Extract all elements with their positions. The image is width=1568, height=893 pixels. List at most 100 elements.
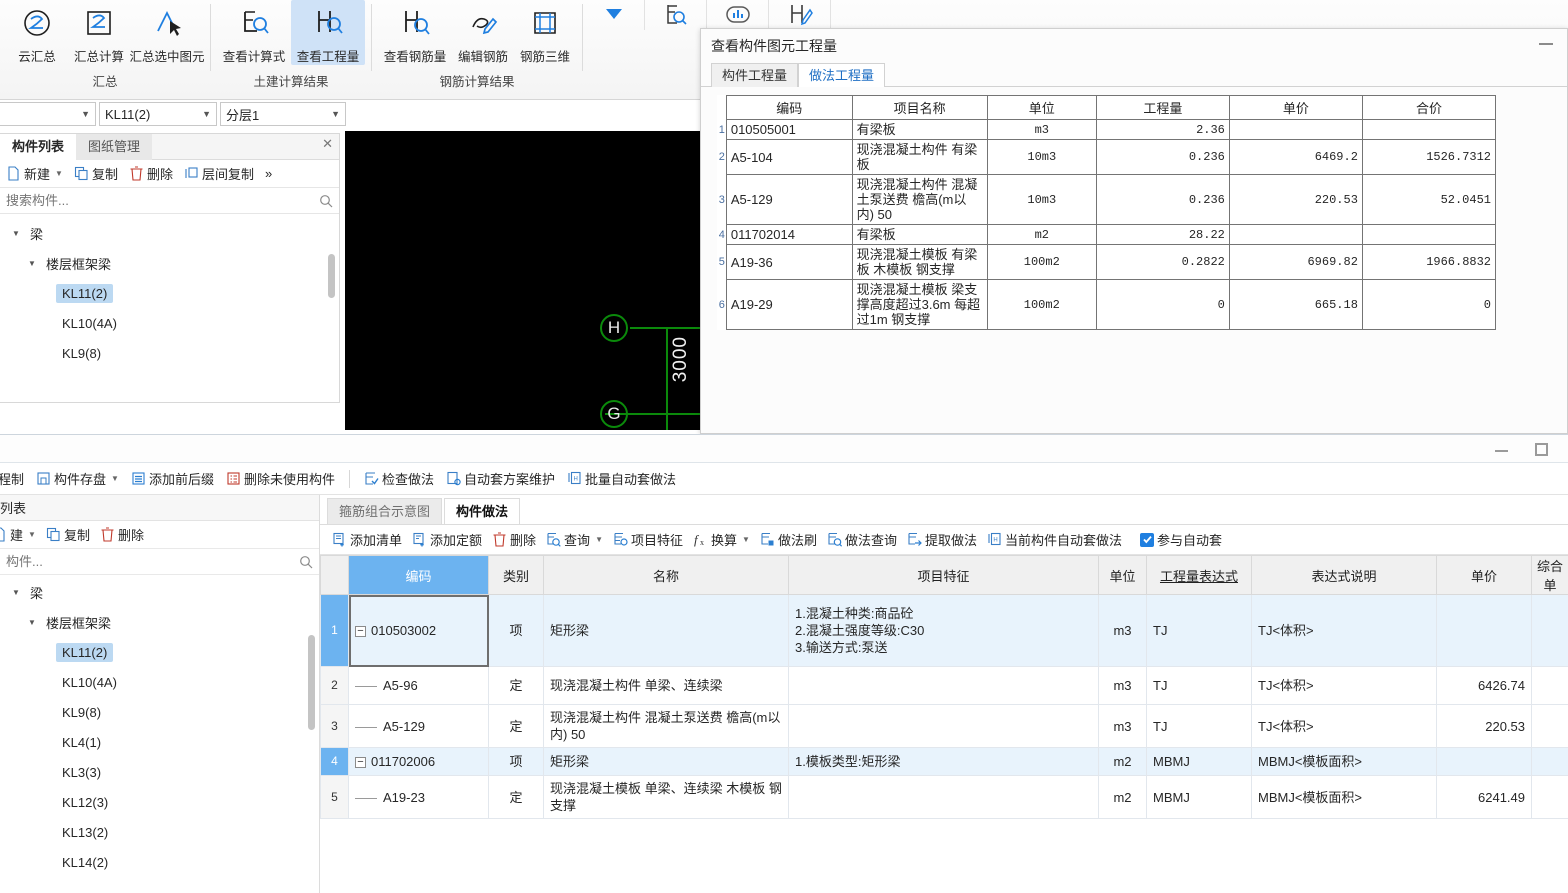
minimize-icon[interactable] (1539, 43, 1553, 45)
cell-code[interactable]: A5-96 (348, 666, 489, 705)
report-search-icon[interactable] (645, 0, 707, 30)
layer-combo[interactable]: 分层1 ▼ (220, 102, 346, 126)
tree-node-kl11[interactable]: KL11(2) (0, 278, 339, 308)
table-row[interactable]: 5 A19-36 现浇混凝土模板 有梁板 木模板 钢支撑 100m2 0.282… (717, 244, 1497, 280)
tab-drawing-management[interactable]: 图纸管理 (76, 134, 153, 160)
collapse-icon[interactable]: − (355, 626, 366, 638)
maximize-icon[interactable] (1535, 443, 1548, 456)
tree-node-kl10[interactable]: KL10(4A) (0, 667, 319, 697)
table-row[interactable]: 2 A5-96 定 现浇混凝土构件 单梁、连续梁 m3 TJ TJ<体积> 64… (320, 666, 1568, 705)
tree-node-kl13[interactable]: KL13(2) (0, 817, 319, 847)
member-type-combo[interactable]: ▼ (0, 102, 96, 126)
table-row[interactable]: 4 011702014 有梁板 m2 28.22 (717, 224, 1497, 245)
new-button[interactable]: 新建 ▼ (2, 162, 67, 185)
add-quota-button[interactable]: 添加定额 (408, 528, 486, 551)
ribbon-button-rebar-3d[interactable]: 钢筋三维 (514, 0, 576, 65)
tab-member-method[interactable]: 构件做法 (444, 498, 521, 524)
copy-between-floors-button[interactable]: 层间复制 (180, 162, 258, 185)
table-row[interactable]: 3 A5-129 现浇混凝土构件 混凝土泵送费 檐高(m以内) 50 10m3 … (717, 174, 1497, 225)
collapse-icon[interactable]: − (355, 757, 366, 769)
tree-node-kl10[interactable]: KL10(4A) (0, 308, 339, 338)
ribbon-button-cloud-summary[interactable]: 云汇总 (6, 0, 68, 65)
project-feature-button[interactable]: 项目特征 (609, 528, 687, 551)
table-edit-icon[interactable] (769, 0, 831, 30)
add-list-button[interactable]: 添加清单 (328, 528, 406, 551)
copy-button[interactable]: 程制 (0, 467, 28, 490)
col-unit[interactable]: 单位 (1098, 555, 1147, 595)
delete-button[interactable]: 删除 (96, 523, 148, 546)
tab-method-quantity[interactable]: 做法工程量 (798, 63, 886, 87)
delete-button[interactable]: 删除 (125, 162, 177, 185)
member-name-combo[interactable]: KL11(2) ▼ (99, 102, 217, 126)
minimize-icon[interactable] (1495, 450, 1508, 452)
tree-node-beam[interactable]: ▼ 梁 (0, 577, 319, 607)
tree-node-kl12[interactable]: KL12(3) (0, 787, 319, 817)
ribbon-button-summary-selected[interactable]: 汇总选中图元 (130, 0, 205, 65)
tree-node-kl14[interactable]: KL14(2) (0, 847, 319, 877)
ribbon-button-summary-calc[interactable]: 汇总计算 (68, 0, 130, 65)
check-method-button[interactable]: 检查做法 (360, 467, 438, 490)
table-row[interactable]: 1 010505001 有梁板 m3 2.36 (717, 119, 1497, 140)
participate-auto-checkbox[interactable]: 参与自动套 (1136, 528, 1226, 551)
col-unit[interactable]: 单位 (986, 95, 1097, 120)
toolbar-overflow-button[interactable]: » (261, 164, 276, 183)
tree-node-beam[interactable]: ▼ 梁 (0, 218, 339, 248)
col-item-name[interactable]: 项目名称 (851, 95, 988, 120)
close-icon[interactable]: ✕ (322, 136, 333, 152)
tab-component-list[interactable]: 构件列表 (0, 134, 77, 160)
ribbon-button-view-quantity[interactable]: 查看工程量 (291, 0, 365, 65)
tree-node-kl9[interactable]: KL9(8) (0, 338, 339, 368)
col-code[interactable]: 编码 (725, 95, 853, 120)
cell-code[interactable]: −011702006 (348, 747, 489, 776)
delete-button[interactable]: 删除 (488, 528, 540, 551)
col-composite-price[interactable]: 综合单 (1531, 555, 1568, 595)
col-quantity[interactable]: 工程量 (1095, 95, 1230, 120)
tree-node-kl3[interactable]: KL3(3) (0, 757, 319, 787)
tree-node-kl4[interactable]: KL4(1) (0, 727, 319, 757)
tree-node-frame-beam[interactable]: ▼ 楼层框架梁 (0, 607, 319, 637)
col-name[interactable]: 名称 (543, 555, 789, 595)
tree-node-kl9[interactable]: KL9(8) (0, 697, 319, 727)
tab-stirrup-diagram[interactable]: 箍筋组合示意图 (327, 498, 443, 524)
table-row[interactable]: 2 A5-104 现浇混凝土构件 有梁板 10m3 0.236 6469.2 1… (717, 139, 1497, 175)
copy-button[interactable]: 复制 (42, 523, 94, 546)
table-row[interactable]: 5 A19-23 定 现浇混凝土模板 单梁、连续梁 木模板 钢支撑 m2 MBM… (320, 775, 1568, 819)
col-total-price[interactable]: 合价 (1361, 95, 1497, 120)
query-button[interactable]: 查询 ▼ (542, 528, 607, 551)
cell-code[interactable]: −010503002 (348, 594, 489, 667)
conversion-button[interactable]: fx 换算 ▼ (689, 528, 754, 551)
tree-scrollbar[interactable] (308, 635, 315, 730)
tree-node-kl11[interactable]: KL11(2) (0, 637, 319, 667)
new-button[interactable]: 建 ▼ (0, 523, 40, 546)
table-row[interactable]: 4 −011702006 项 矩形梁 1.模板类型:矩形梁 m2 MBMJ MB… (320, 747, 1568, 776)
col-category[interactable]: 类别 (488, 555, 544, 595)
col-code[interactable]: 编码 (348, 555, 489, 595)
batch-auto-method-button[interactable]: H 批量自动套做法 (563, 467, 680, 490)
table-row[interactable]: 6 A19-29 现浇混凝土模板 梁支撑高度超过3.6m 每超过1m 钢支撑 1… (717, 279, 1497, 330)
col-unit-price[interactable]: 单价 (1228, 95, 1363, 120)
col-unit-price[interactable]: 单价 (1436, 555, 1532, 595)
col-project-feature[interactable]: 项目特征 (788, 555, 1099, 595)
tab-member-quantity[interactable]: 构件工程量 (711, 63, 799, 87)
copy-button[interactable]: 复制 (70, 162, 122, 185)
col-quantity-expression[interactable]: 工程量表达式 (1146, 555, 1252, 595)
extract-method-button[interactable]: 提取做法 (903, 528, 981, 551)
cell-code[interactable]: A5-129 (348, 704, 489, 748)
search-input[interactable] (6, 193, 319, 208)
ribbon-button-view-formula[interactable]: 查看计算式 (217, 0, 291, 65)
col-expression-desc[interactable]: 表达式说明 (1251, 555, 1437, 595)
method-query-button[interactable]: 做法查询 (823, 528, 901, 551)
blue-chevron-down-icon[interactable] (583, 0, 645, 30)
method-brush-button[interactable]: 做法刷 (756, 528, 821, 551)
current-member-auto-method-button[interactable]: H 当前构件自动套做法 (983, 528, 1126, 551)
table-row[interactable]: 3 A5-129 定 现浇混凝土构件 混凝土泵送费 檐高(m以内) 50 m3 … (320, 704, 1568, 748)
table-row[interactable]: 1 −010503002 项 矩形梁 1.混凝土种类:商品砼 2.混凝土强度等级… (320, 594, 1568, 667)
drawing-canvas[interactable]: H G 3000 (345, 131, 710, 430)
save-member-button[interactable]: 构件存盘 ▼ (32, 467, 123, 490)
search-input[interactable] (6, 554, 299, 569)
tree-scrollbar[interactable] (328, 254, 335, 298)
delete-unused-button[interactable]: 删除未使用构件 (222, 467, 339, 490)
ribbon-button-view-rebar-qty[interactable]: 查看钢筋量 (378, 0, 452, 65)
auto-scheme-button[interactable]: 自动套方案维护 (442, 467, 559, 490)
ribbon-button-edit-rebar[interactable]: 编辑钢筋 (452, 0, 514, 65)
